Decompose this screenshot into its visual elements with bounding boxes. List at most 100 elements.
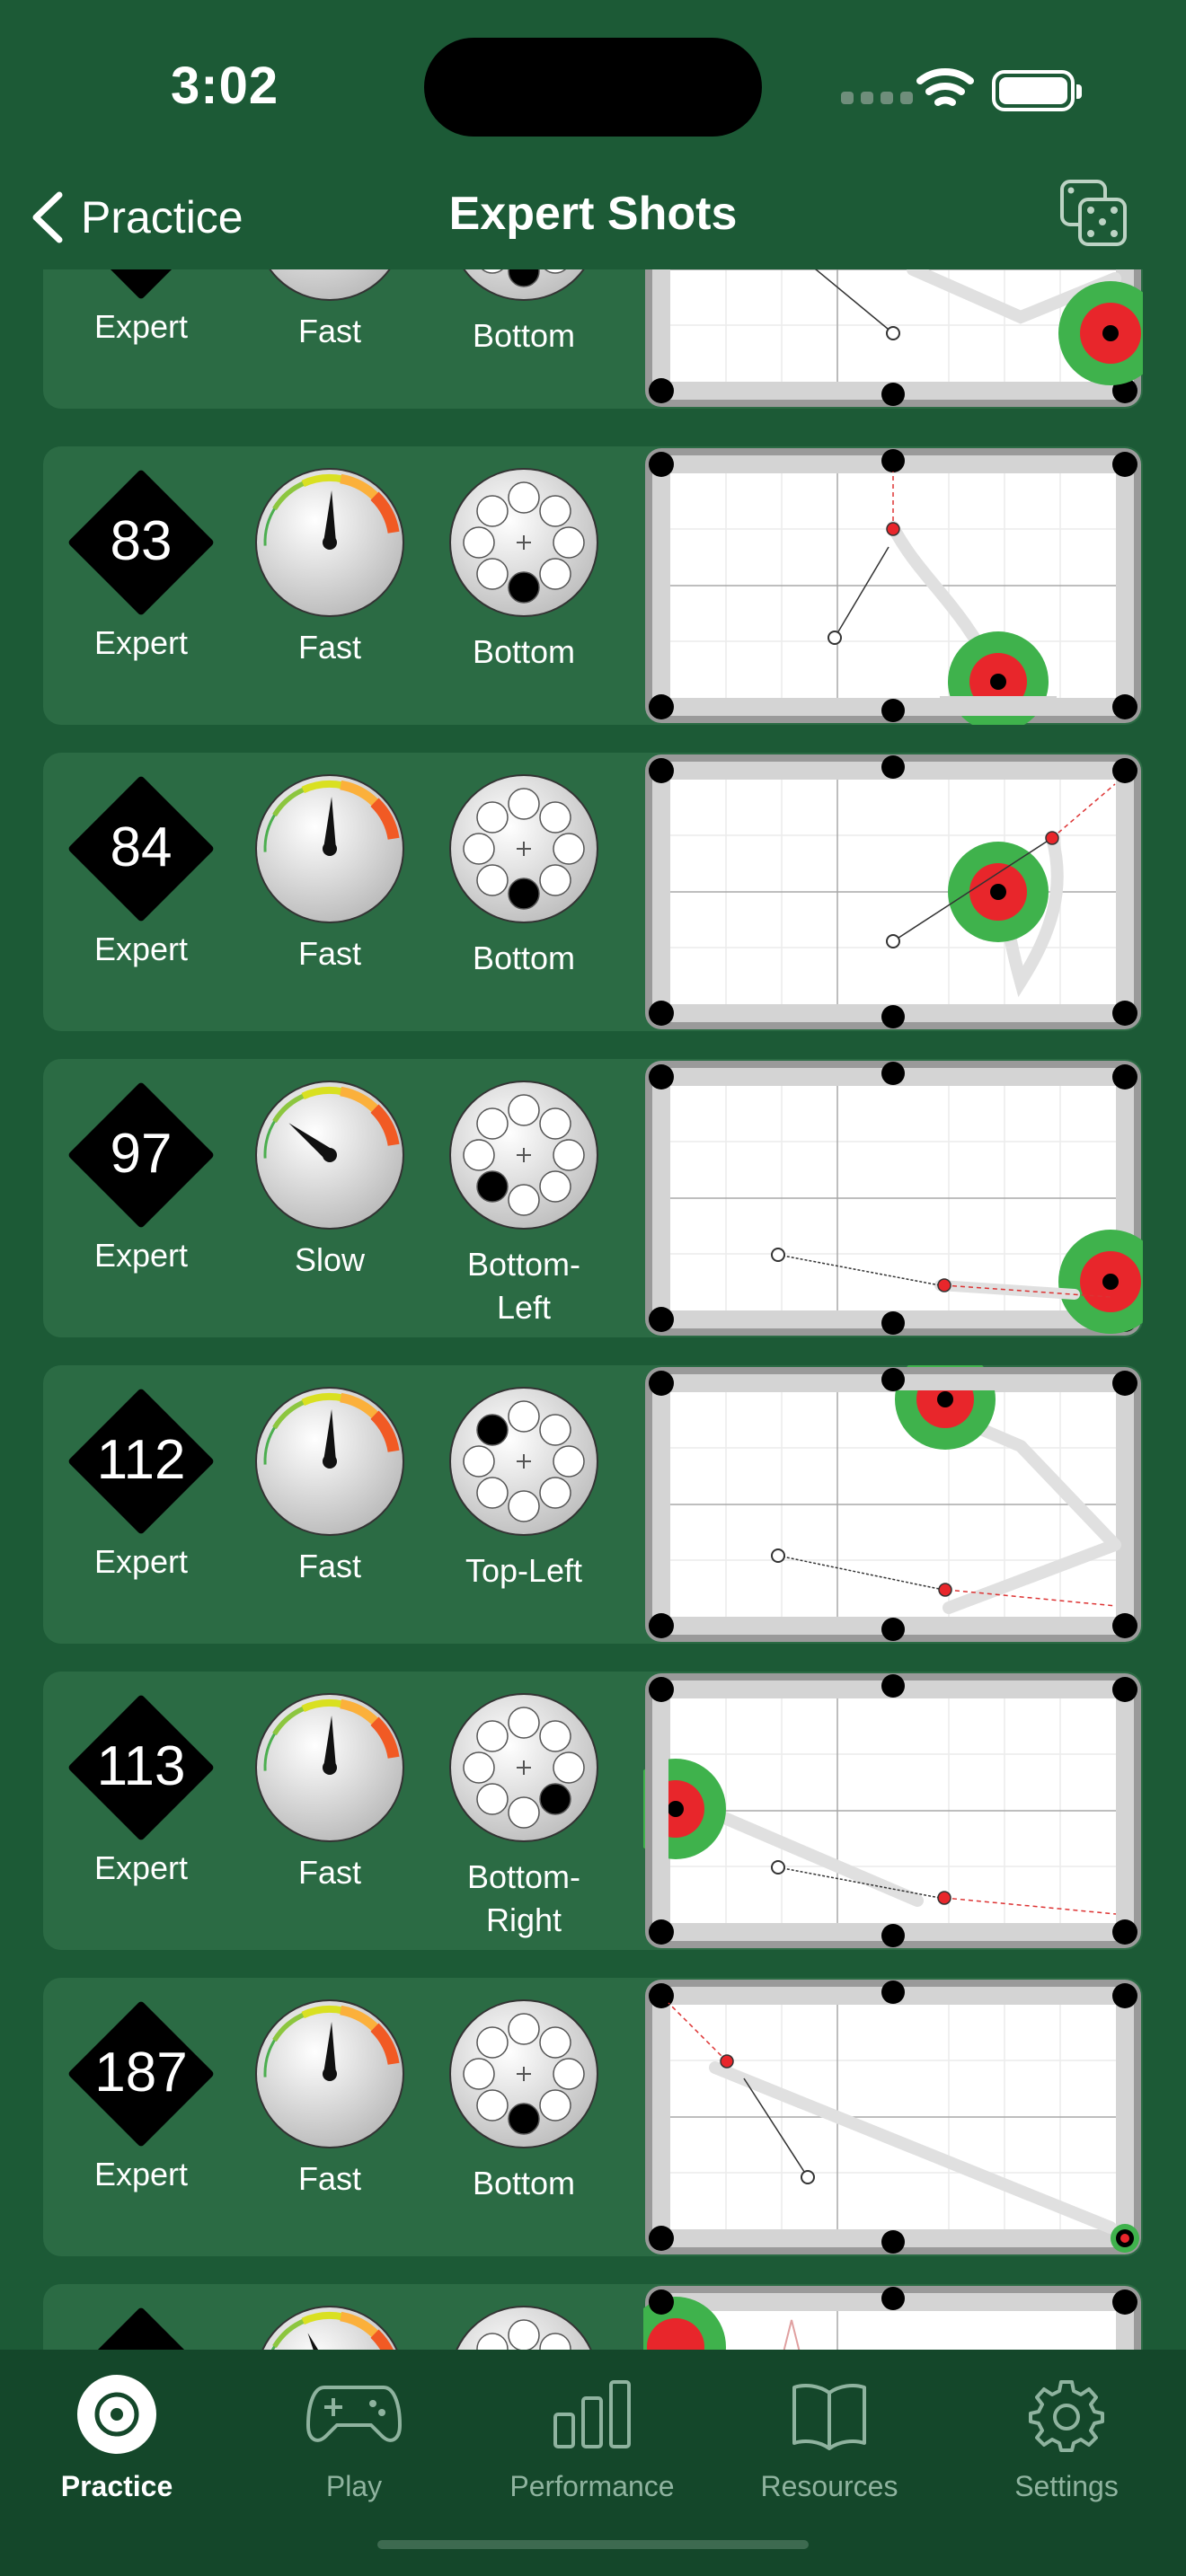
tab-performance[interactable]: Performance bbox=[480, 2369, 704, 2503]
shot-card[interactable] bbox=[43, 2284, 1143, 2350]
shot-number: 84 bbox=[110, 816, 173, 878]
shot-card[interactable]: 113 Expert Fast Bottom- Right bbox=[43, 1672, 1143, 1950]
spin-label: Bottom-Left bbox=[466, 1246, 581, 1326]
difficulty-label: Expert bbox=[93, 1237, 189, 1274]
speed-gauge-icon bbox=[255, 1081, 404, 1230]
shot-number: 187 bbox=[94, 2042, 188, 2104]
navigation-bar: Practice Expert Shots bbox=[0, 171, 1186, 269]
battery-icon bbox=[992, 70, 1082, 111]
cue-ball-spin-icon bbox=[463, 269, 585, 301]
difficulty-diamond: 97 bbox=[65, 1079, 217, 1231]
book-icon bbox=[792, 2384, 866, 2450]
difficulty-diamond bbox=[65, 2304, 217, 2350]
speed-column: Fast bbox=[253, 269, 406, 350]
status-bar: 3:02 bbox=[0, 0, 1186, 171]
speed-gauge-icon bbox=[255, 1387, 404, 1536]
pool-table-diagram bbox=[645, 448, 1141, 725]
pool-table-diagram bbox=[645, 269, 1143, 407]
cue-ball-spin-icon bbox=[449, 774, 598, 923]
tab-settings[interactable]: Settings bbox=[954, 2369, 1179, 2503]
cue-ball-spin-icon bbox=[449, 1693, 598, 1842]
difficulty-column: 84 Expert bbox=[65, 772, 217, 968]
tab-label: Performance bbox=[509, 2470, 675, 2502]
speed-gauge-icon bbox=[261, 2306, 398, 2350]
spin-column: Bottom- Right bbox=[447, 1691, 600, 1942]
shot-number: 113 bbox=[96, 1735, 186, 1797]
spin-label-line: Right bbox=[485, 1901, 562, 1938]
spin-label: Bottom bbox=[472, 317, 576, 354]
shot-card[interactable]: 97 Expert Slow Bottom-Left bbox=[43, 1059, 1143, 1337]
gamepad-icon bbox=[306, 2386, 402, 2442]
shot-card[interactable]: 112 Expert Fast Top-Left bbox=[43, 1365, 1143, 1644]
shot-number: 83 bbox=[110, 510, 173, 572]
speed-label: Fast bbox=[297, 935, 361, 972]
difficulty-diamond bbox=[65, 269, 217, 303]
tab-label: Resources bbox=[760, 2470, 898, 2502]
home-indicator bbox=[377, 2540, 809, 2549]
shot-card[interactable]: 187 Expert Fast Bottom bbox=[43, 1978, 1143, 2256]
speed-label: Fast bbox=[297, 1548, 361, 1584]
tab-play[interactable]: Play bbox=[242, 2369, 466, 2503]
shot-card[interactable]: 84 Expert Fast Bottom bbox=[43, 753, 1143, 1031]
speed-column: Fast bbox=[253, 1385, 406, 1585]
speed-gauge-icon bbox=[269, 269, 391, 301]
cue-ball-spin-icon bbox=[449, 1387, 598, 1536]
spin-label: Bottom bbox=[472, 2165, 576, 2201]
difficulty-column: 97 Expert bbox=[65, 1079, 217, 1275]
difficulty-diamond: 84 bbox=[65, 772, 217, 925]
difficulty-column: Expert bbox=[65, 269, 217, 346]
spin-column: Bottom bbox=[447, 772, 600, 980]
difficulty-column: 83 Expert bbox=[65, 466, 217, 662]
speed-gauge-icon bbox=[255, 774, 404, 923]
difficulty-label: Expert bbox=[93, 308, 189, 345]
tab-resources[interactable]: Resources bbox=[717, 2369, 942, 2503]
speed-label: Fast bbox=[297, 313, 361, 349]
difficulty-column: 187 Expert bbox=[65, 1998, 217, 2193]
difficulty-column bbox=[65, 2304, 217, 2350]
shot-card[interactable]: Expert Fast Bottom bbox=[43, 269, 1143, 409]
shot-number: 112 bbox=[96, 1429, 186, 1491]
spin-column: Bottom bbox=[447, 269, 600, 357]
bar-chart-icon bbox=[553, 2380, 631, 2448]
gear-icon bbox=[1029, 2380, 1104, 2452]
speed-gauge-icon bbox=[255, 1693, 404, 1842]
cellular-icon bbox=[841, 92, 913, 104]
spin-column: Bottom-Left bbox=[447, 1079, 600, 1329]
spin-label: Top-Left bbox=[465, 1552, 583, 1589]
speed-column: Fast bbox=[253, 1691, 406, 1892]
spin-column: Bottom bbox=[447, 1998, 600, 2205]
spin-label: Bottom bbox=[472, 633, 576, 670]
speed-gauge-icon bbox=[255, 468, 404, 617]
cue-ball-spin-icon bbox=[456, 2306, 592, 2350]
shot-list[interactable]: Expert Fast Bottom 83 Expert Fast Bottom… bbox=[0, 269, 1186, 2350]
shot-number: 97 bbox=[110, 1123, 173, 1185]
tab-practice[interactable]: Practice bbox=[4, 2369, 229, 2503]
difficulty-label: Expert bbox=[93, 624, 189, 661]
cue-ball-spin-icon bbox=[449, 1999, 598, 2148]
spin-label-line: Bottom- bbox=[466, 1858, 581, 1895]
difficulty-diamond: 187 bbox=[65, 1998, 217, 2150]
difficulty-label: Expert bbox=[93, 2156, 189, 2192]
speed-column: Slow bbox=[253, 1079, 406, 1279]
tab-label: Play bbox=[325, 2470, 383, 2502]
shot-card[interactable]: 83 Expert Fast Bottom bbox=[43, 446, 1143, 725]
difficulty-column: 112 Expert bbox=[65, 1385, 217, 1581]
spin-column: Top-Left bbox=[447, 1385, 600, 1592]
status-time: 3:02 bbox=[171, 57, 279, 115]
spin-label: Bottom- Right bbox=[447, 1856, 600, 1942]
pool-table-diagram bbox=[645, 1980, 1141, 2254]
spin-column: Bottom bbox=[447, 466, 600, 674]
speed-column: Fast bbox=[253, 1998, 406, 2198]
pool-table-diagram bbox=[645, 1365, 1141, 1642]
pool-table-diagram bbox=[643, 2286, 1141, 2350]
difficulty-diamond: 112 bbox=[65, 1385, 217, 1538]
spin-column bbox=[447, 2304, 600, 2350]
difficulty-label: Expert bbox=[93, 1543, 189, 1580]
target-icon bbox=[77, 2375, 156, 2454]
speed-column bbox=[253, 2304, 406, 2350]
difficulty-diamond: 113 bbox=[65, 1691, 217, 1844]
tab-label: Settings bbox=[1014, 2470, 1119, 2502]
dice-icon[interactable] bbox=[1058, 178, 1130, 250]
speed-gauge-icon bbox=[255, 1999, 404, 2148]
dynamic-island bbox=[424, 38, 762, 137]
